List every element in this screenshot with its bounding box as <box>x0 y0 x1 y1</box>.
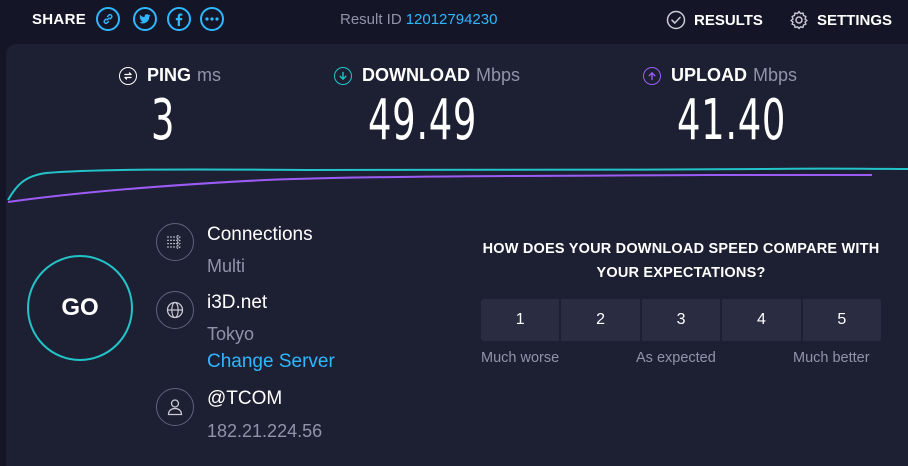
ip-address: 182.21.224.56 <box>207 421 323 441</box>
ping-header: PING ms <box>119 65 221 86</box>
link-icon[interactable] <box>96 7 120 31</box>
isp-name: @TCOM <box>207 388 283 409</box>
rating-option-5[interactable]: 5 <box>802 299 882 341</box>
rating-scale: 1 2 3 4 5 <box>481 299 882 341</box>
server-name: i3D.net <box>207 292 268 313</box>
ping-value: 3 <box>151 88 176 153</box>
ping-unit: ms <box>197 65 222 85</box>
upload-header: UPLOAD Mbps <box>643 65 797 86</box>
scale-low-label: Much worse <box>481 350 560 366</box>
change-server-link[interactable]: Change Server <box>207 351 335 373</box>
share-label: SHARE <box>32 11 87 28</box>
connections-title: Connections <box>207 224 313 245</box>
ping-label: PING <box>147 65 192 85</box>
rating-option-2[interactable]: 2 <box>561 299 640 341</box>
rating-option-1[interactable]: 1 <box>481 299 560 341</box>
connections-icon <box>156 223 194 261</box>
more-icon[interactable] <box>200 7 224 31</box>
check-circle-icon <box>666 10 686 30</box>
result-id-link[interactable]: 12012794230 <box>406 11 498 28</box>
user-icon <box>156 388 194 426</box>
results-label: RESULTS <box>694 11 763 29</box>
results-panel: PING ms 3 DOWNLOAD Mbps 49.49 UPLOAD Mbp… <box>6 44 908 466</box>
settings-button[interactable]: SETTINGS <box>789 10 892 30</box>
upload-icon <box>643 66 661 85</box>
download-value: 49.49 <box>368 88 478 153</box>
download-label: DOWNLOAD <box>362 65 470 85</box>
ping-icon <box>119 66 137 85</box>
download-unit: Mbps <box>475 65 520 85</box>
top-bar: SHARE Result ID 12012794230 RESULTS SETTI… <box>0 0 908 42</box>
result-id: Result ID 12012794230 <box>340 11 497 28</box>
results-button[interactable]: RESULTS <box>666 10 763 30</box>
server-location: Tokyo <box>207 324 255 344</box>
upload-unit: Mbps <box>753 65 798 85</box>
connections-value: Multi <box>207 256 246 276</box>
upload-graph-line <box>7 174 872 203</box>
rating-option-4[interactable]: 4 <box>722 299 801 341</box>
result-id-label: Result ID <box>340 11 402 28</box>
rating-option-3[interactable]: 3 <box>641 299 721 341</box>
survey-question: HOW DOES YOUR DOWNLOAD SPEED COMPARE WIT… <box>482 241 880 281</box>
download-graph-line <box>7 167 908 201</box>
upload-label: UPLOAD <box>671 65 747 85</box>
twitter-icon[interactable] <box>133 7 157 31</box>
scale-mid-label: As expected <box>636 350 716 366</box>
globe-icon <box>156 291 194 329</box>
download-icon <box>334 66 352 85</box>
settings-label: SETTINGS <box>817 11 893 29</box>
scale-high-label: Much better <box>793 350 870 366</box>
gear-icon <box>790 10 808 30</box>
go-button[interactable]: GO <box>27 255 133 361</box>
download-header: DOWNLOAD Mbps <box>334 65 520 86</box>
facebook-icon[interactable] <box>167 7 191 31</box>
speed-graph <box>7 167 908 203</box>
upload-value: 41.40 <box>677 88 787 153</box>
